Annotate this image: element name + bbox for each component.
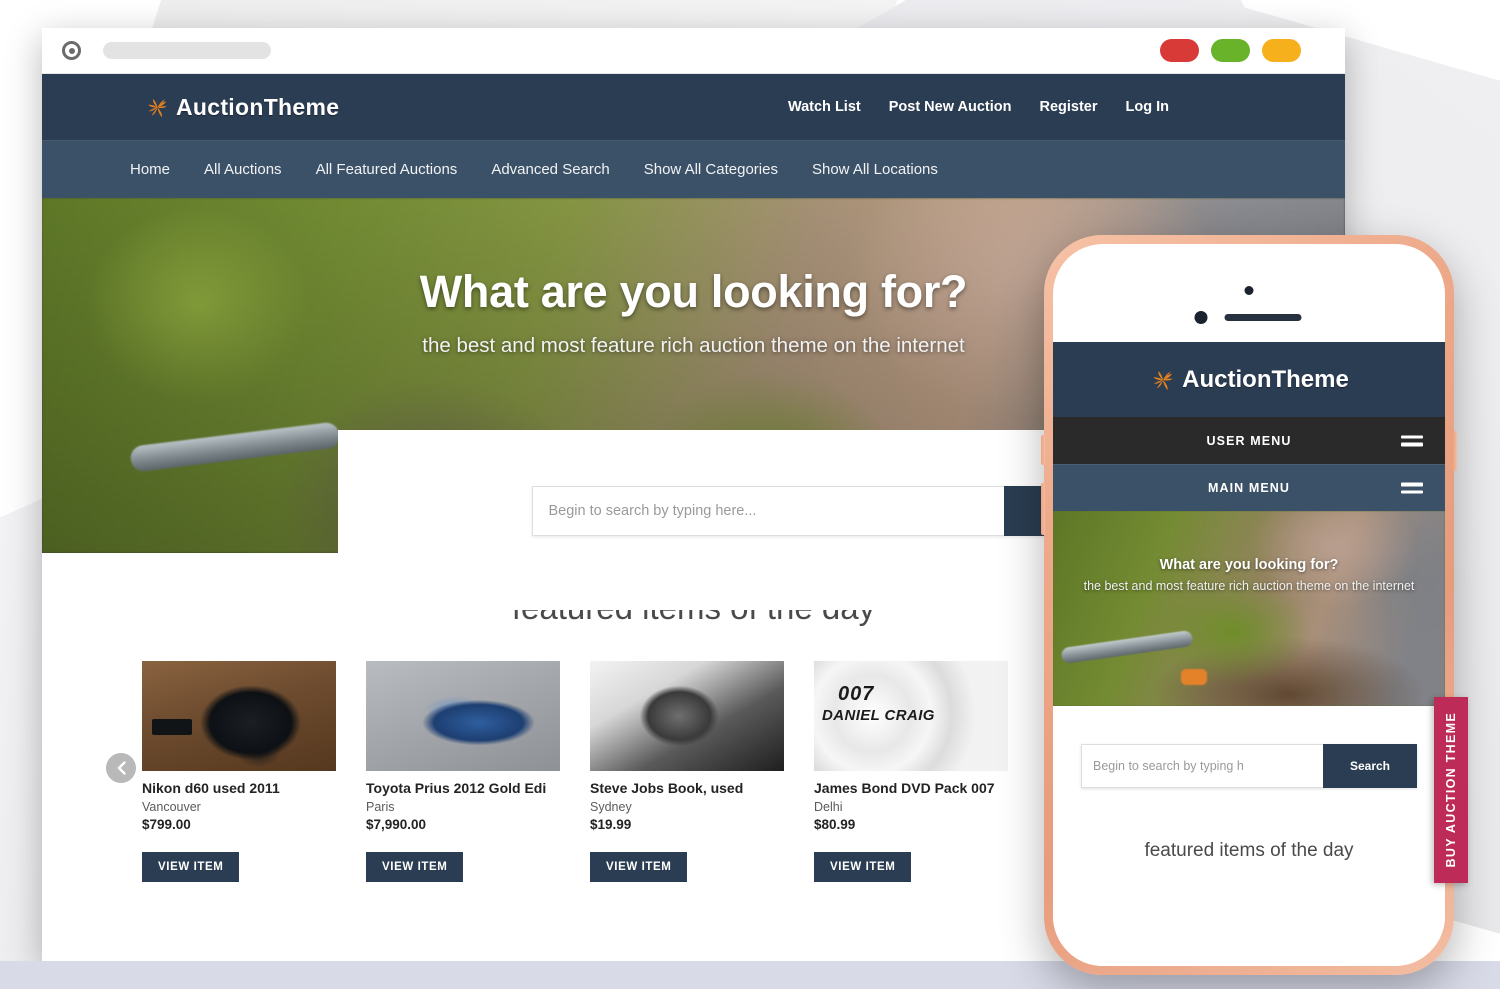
featured-item-card[interactable]: Steve Jobs Book, used Sydney $19.99 VIEW… [590, 661, 784, 882]
site-header: AuctionTheme Watch List Post New Auction… [42, 74, 1345, 140]
window-controls [1160, 39, 1325, 62]
mobile-user-menu-label: USER MENU [1206, 433, 1292, 448]
hamburger-icon[interactable] [1401, 482, 1423, 494]
mobile-user-menu-bar[interactable]: USER MENU [1053, 417, 1445, 464]
item-price: $19.99 [590, 817, 632, 832]
orange-swirl-icon [148, 98, 167, 117]
featured-item-card[interactable]: James Bond DVD Pack 007 Delhi $80.99 VIE… [814, 661, 1008, 882]
mobile-site-logo-text: AuctionTheme [1182, 365, 1349, 393]
nav-show-all-locations[interactable]: Show All Locations [812, 161, 938, 178]
main-navigation: Home All Auctions All Featured Auctions … [42, 140, 1345, 198]
nav-log-in[interactable]: Log In [1126, 99, 1170, 115]
mobile-search-area: Search featured items of the day [1053, 706, 1445, 862]
item-thumbnail [590, 661, 784, 771]
item-location: Sydney [590, 800, 632, 814]
item-thumbnail [814, 661, 1008, 771]
maximize-button[interactable] [1211, 39, 1250, 62]
minimize-button[interactable] [1262, 39, 1301, 62]
poster-canvas: AuctionTheme Watch List Post New Auction… [0, 0, 1500, 989]
item-price: $7,990.00 [366, 817, 427, 832]
nav-show-all-categories[interactable]: Show All Categories [644, 161, 778, 178]
site-logo-text: AuctionTheme [176, 93, 340, 120]
item-title: Toyota Prius 2012 Gold Edi [366, 780, 547, 796]
phone-mockup: AuctionTheme USER MENU MAIN MENU What ar… [1041, 235, 1468, 975]
phone-body: AuctionTheme USER MENU MAIN MENU What ar… [1053, 244, 1445, 966]
chevron-left-icon [117, 761, 126, 775]
search-input[interactable] [531, 486, 1004, 536]
item-title: James Bond DVD Pack 007 [814, 780, 995, 796]
item-price: $80.99 [814, 817, 856, 832]
mobile-main-menu-label: MAIN MENU [1207, 481, 1291, 495]
top-navigation: Watch List Post New Auction Register Log… [788, 99, 1345, 115]
mobile-search-button[interactable]: Search [1323, 744, 1417, 788]
item-location: Vancouver [142, 800, 201, 814]
phone-camera-icon [1244, 286, 1254, 295]
view-item-button[interactable]: VIEW ITEM [590, 852, 688, 882]
item-location: Delhi [814, 800, 843, 814]
hamburger-icon[interactable] [1401, 435, 1423, 446]
phone-screen: AuctionTheme USER MENU MAIN MENU What ar… [1053, 342, 1445, 966]
item-thumbnail [366, 661, 560, 771]
nav-register[interactable]: Register [1039, 99, 1097, 115]
featured-item-card[interactable]: Nikon d60 used 2011 Vancouver $799.00 VI… [142, 661, 336, 882]
browser-chrome [42, 28, 1345, 74]
item-title: Nikon d60 used 2011 [142, 780, 280, 796]
view-item-button[interactable]: VIEW ITEM [142, 852, 240, 882]
mobile-search-form: Search [1081, 744, 1417, 788]
nav-watch-list[interactable]: Watch List [788, 99, 861, 115]
phone-sensor-icon [1194, 311, 1208, 324]
phone-volume-down-button [1041, 483, 1045, 535]
item-location: Paris [366, 800, 395, 814]
mobile-search-input[interactable] [1081, 744, 1323, 788]
buy-auction-theme-label: BUY AUCTION THEME [1444, 712, 1458, 868]
record-dot-icon[interactable] [62, 41, 81, 60]
item-thumbnail [142, 661, 336, 771]
nav-all-featured-auctions[interactable]: All Featured Auctions [316, 161, 458, 178]
mobile-hero-banner: What are you looking for? the best and m… [1053, 511, 1445, 706]
orange-swirl-icon [1153, 370, 1173, 390]
featured-item-card[interactable]: Toyota Prius 2012 Gold Edi Paris $7,990.… [366, 661, 560, 882]
nav-post-new-auction[interactable]: Post New Auction [889, 99, 1012, 115]
mobile-hero-subtitle: the best and most feature rich auction t… [1083, 579, 1415, 593]
url-bar[interactable] [103, 42, 271, 59]
phone-power-button [1453, 431, 1457, 471]
mobile-hero-accent-image [1181, 669, 1207, 685]
phone-volume-up-button [1041, 435, 1045, 465]
mobile-site-header: AuctionTheme [1053, 342, 1445, 417]
mobile-hero-text: What are you looking for? the best and m… [1053, 511, 1445, 595]
view-item-button[interactable]: VIEW ITEM [814, 852, 912, 882]
carousel-prev-button[interactable] [106, 753, 136, 783]
mobile-main-menu-bar[interactable]: MAIN MENU [1053, 464, 1445, 511]
item-title: Steve Jobs Book, used [590, 780, 744, 796]
item-price: $799.00 [142, 817, 191, 832]
view-item-button[interactable]: VIEW ITEM [366, 852, 464, 882]
mobile-featured-heading: featured items of the day [1144, 840, 1354, 861]
nav-all-auctions[interactable]: All Auctions [204, 161, 282, 178]
phone-speaker-icon [1224, 314, 1302, 321]
site-logo[interactable]: AuctionTheme [144, 94, 339, 121]
nav-home[interactable]: Home [130, 161, 170, 178]
mobile-hero-title: What are you looking for? [1159, 557, 1339, 573]
buy-auction-theme-tab[interactable]: BUY AUCTION THEME [1434, 697, 1468, 883]
close-button[interactable] [1160, 39, 1199, 62]
nav-advanced-search[interactable]: Advanced Search [491, 161, 609, 178]
